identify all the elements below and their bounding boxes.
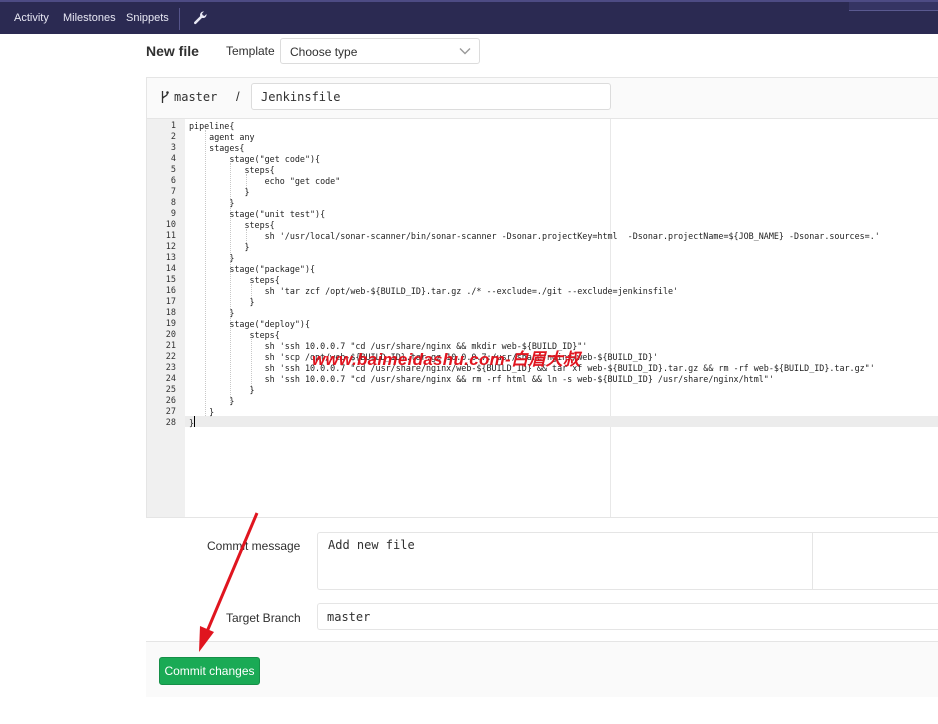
line-number: 13 [165, 253, 176, 263]
line-number: 9 [170, 209, 176, 219]
chevron-down-icon [459, 48, 471, 55]
code-line: } [189, 396, 235, 406]
code-line: } [189, 253, 235, 263]
wrench-icon[interactable] [192, 10, 208, 26]
line-number: 27 [165, 407, 176, 417]
commit-changes-button[interactable]: Commit changes [159, 657, 260, 685]
line-number: 6 [170, 176, 176, 186]
line-number: 20 [165, 330, 176, 340]
line-number: 5 [170, 165, 176, 175]
line-number: 1 [170, 121, 176, 131]
code-line: stage("deploy"){ [189, 319, 311, 329]
target-branch-field[interactable]: master [317, 603, 938, 630]
nav-snippets[interactable]: Snippets [126, 12, 169, 24]
line-number: 26 [165, 396, 176, 406]
line-number: 18 [165, 308, 176, 318]
target-branch-label: Target Branch [226, 611, 301, 625]
watermark-text: www.baimeidashu.com-白眉大叔 [312, 350, 581, 369]
commit-message-value: Add new file [328, 538, 415, 552]
branch-name: master [174, 90, 218, 104]
code-line: pipeline{ [189, 121, 235, 131]
editor-file-header: master / Jenkinsfile [147, 78, 938, 119]
code-line: echo "get code" [189, 176, 341, 186]
code-line: } [189, 418, 195, 428]
nav-corner-panel [849, 2, 938, 11]
code-editor[interactable]: pipeline{ agent any stages{ stage("get c… [185, 119, 938, 517]
code-line: } [189, 385, 255, 395]
line-number: 28 [165, 418, 176, 428]
code-line: steps{ [189, 220, 275, 230]
code-line: agent any [189, 132, 255, 142]
path-separator: / [236, 89, 240, 104]
template-label: Template [226, 44, 275, 58]
file-name-input[interactable]: Jenkinsfile [251, 83, 611, 110]
line-number: 17 [165, 297, 176, 307]
code-line: } [189, 187, 250, 197]
line-number: 7 [170, 187, 176, 197]
code-line: } [189, 198, 235, 208]
line-number: 14 [165, 264, 176, 274]
template-dropdown-value: Choose type [290, 45, 358, 59]
commit-message-label: Commit message [207, 539, 301, 553]
line-number: 25 [165, 385, 176, 395]
line-number: 12 [165, 242, 176, 252]
line-number: 24 [165, 374, 176, 384]
line-number: 15 [165, 275, 176, 285]
line-number: 4 [170, 154, 176, 164]
target-branch-value: master [327, 610, 371, 624]
code-line: } [189, 308, 235, 318]
code-line: stage("package"){ [189, 264, 316, 274]
line-number: 2 [170, 132, 176, 142]
commit-message-field[interactable]: Add new file [317, 532, 938, 590]
line-number: 16 [165, 286, 176, 296]
code-line: sh '/usr/local/sonar-scanner/bin/sonar-s… [189, 231, 880, 241]
page-title: New file [146, 43, 199, 59]
line-number: 8 [170, 198, 176, 208]
line-number: 19 [165, 319, 176, 329]
form-actions: Commit changes [146, 641, 938, 697]
line-number: 3 [170, 143, 176, 153]
line-number: 22 [165, 352, 176, 362]
code-line: stages{ [189, 143, 245, 153]
code-line: } [189, 297, 255, 307]
line-number: 10 [165, 220, 176, 230]
code-line: sh 'tar zcf /opt/web-${BUILD_ID}.tar.gz … [189, 286, 679, 296]
line-number: 23 [165, 363, 176, 373]
code-line: stage("get code"){ [189, 154, 321, 164]
branch-icon [161, 91, 169, 103]
code-line: steps{ [189, 165, 275, 175]
code-line: sh 'ssh 10.0.0.7 "cd /usr/share/nginx &&… [189, 374, 774, 384]
code-line: steps{ [189, 275, 280, 285]
nav-divider [179, 8, 180, 30]
template-dropdown[interactable]: Choose type [280, 38, 480, 64]
nav-milestones[interactable]: Milestones [63, 12, 116, 24]
line-number: 11 [165, 231, 176, 241]
code-line: steps{ [189, 330, 280, 340]
file-name-value: Jenkinsfile [261, 90, 341, 104]
top-navbar: Activity Milestones Snippets [0, 0, 938, 34]
field-divider [812, 533, 813, 589]
code-line: stage("unit test"){ [189, 209, 326, 219]
nav-activity[interactable]: Activity [14, 12, 49, 24]
line-number-gutter: 1 2 3 4 5 6 7 8 9 10 11 12 13 14 15 16 17 18 19 20 21 22 23 24 2… [147, 119, 185, 517]
code-line: } [189, 407, 215, 417]
code-line: } [189, 242, 250, 252]
file-editor: master / Jenkinsfile 1 2 3 4 5 6 7 8 9 10 11 12 13 14… [146, 77, 938, 518]
active-line-highlight [185, 416, 938, 427]
line-number: 21 [165, 341, 176, 351]
